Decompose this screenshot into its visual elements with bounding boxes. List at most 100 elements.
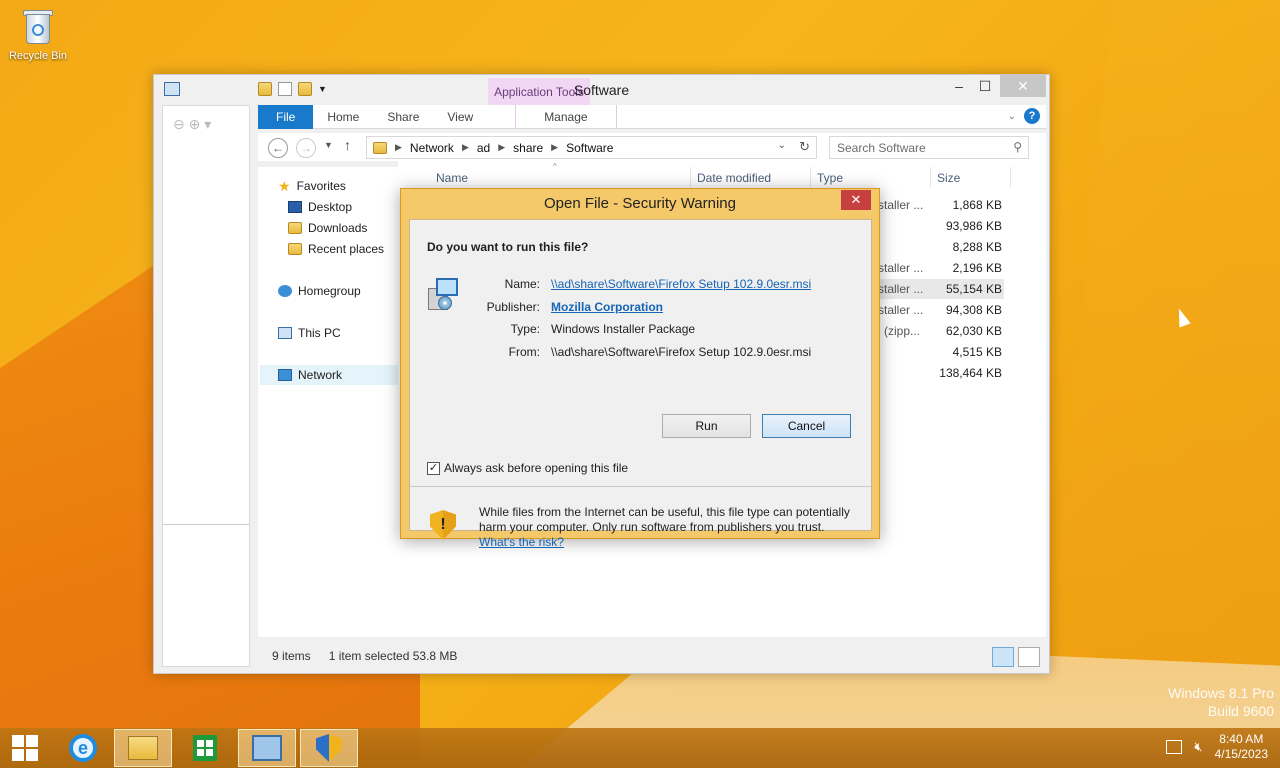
expand-ribbon-icon[interactable]: ⌄ [1008, 111, 1016, 122]
column-header-type[interactable]: Type [817, 171, 843, 185]
cancel-button[interactable]: Cancel [762, 414, 851, 438]
clock[interactable]: 8:40 AM 4/15/2023 [1215, 732, 1268, 762]
watermark-edition: Windows 8.1 Pro [1168, 685, 1274, 701]
search-input[interactable]: Search Software ⚲ [829, 136, 1029, 159]
store-icon [193, 735, 217, 761]
tab-share[interactable]: Share [373, 105, 433, 129]
forward-icon[interactable]: → [296, 138, 316, 158]
network-tray-icon[interactable] [1166, 740, 1183, 754]
label-type: Type: [510, 322, 540, 336]
ribbon-tabs: File Home Share View Manage ⌄ ? [258, 104, 1046, 129]
ghost-nav-icons: ⊖ ⊕ ▾ [173, 116, 212, 132]
clock-date: 4/15/2023 [1214, 747, 1268, 761]
system-tray: 🔇︎ 8:40 AM 4/15/2023 [1166, 732, 1268, 762]
tab-file[interactable]: File [258, 104, 314, 129]
tab-home[interactable]: Home [313, 105, 373, 129]
taskbar: e 🔇︎ 8:40 AM 4/15/2023 [0, 728, 1280, 768]
breadcrumb-separator[interactable]: ▶ [498, 142, 505, 153]
breadcrumb-network[interactable]: Network [410, 141, 454, 155]
status-selection: 1 item selected 53.8 MB [328, 649, 458, 663]
tab-manage[interactable]: Manage [515, 104, 617, 129]
nav-item-this-pc[interactable]: This PC [278, 323, 341, 343]
folder-icon [373, 141, 387, 154]
column-header-size[interactable]: Size [937, 171, 960, 185]
volume-muted-icon[interactable]: 🔇︎ [1194, 739, 1202, 755]
security-warning-dialog: Open File - Security Warning ✕ Do you wa… [400, 188, 880, 549]
file-name-link[interactable]: \\ad\share\Software\Firefox Setup 102.9.… [551, 277, 811, 291]
navigation-pane: ★ Favorites Desktop Downloads Recent plac… [258, 167, 398, 637]
taskbar-security-prompt[interactable] [300, 729, 358, 767]
details-view-button[interactable] [992, 647, 1014, 667]
taskbar-file-explorer[interactable] [114, 729, 172, 767]
label-name: Name: [504, 277, 540, 291]
address-bar[interactable]: ▶ Network ▶ ad ▶ share ▶ Software ⌄ ↻ [366, 136, 817, 159]
back-icon[interactable]: ← [268, 138, 288, 158]
label-from: From: [508, 345, 540, 359]
run-button[interactable]: Run [662, 414, 751, 438]
recent-places-icon [288, 243, 302, 255]
column-header-name[interactable]: Name [436, 171, 468, 185]
nav-item-downloads[interactable]: Downloads [288, 218, 367, 238]
always-ask-checkbox-row[interactable]: ✓ Always ask before opening this file [427, 461, 628, 475]
sort-indicator-icon: ^ [553, 162, 557, 171]
nav-item-favorites[interactable]: ★ Favorites [278, 176, 346, 196]
breadcrumb-separator[interactable]: ▶ [551, 142, 558, 153]
taskbar-store[interactable] [176, 729, 234, 767]
status-item-count: 9 items [272, 649, 311, 663]
whats-the-risk-link[interactable]: What's the risk? [479, 535, 564, 549]
always-ask-label[interactable]: Always ask before opening this file [444, 461, 628, 475]
status-bar: 9 items 1 item selected 53.8 MB [258, 641, 1046, 671]
star-icon: ★ [278, 177, 291, 194]
column-header-date[interactable]: Date modified [697, 171, 771, 185]
dialog-title: Open File - Security Warning [543, 195, 736, 212]
homegroup-icon [278, 285, 292, 297]
taskbar-control-panel[interactable] [238, 729, 296, 767]
help-icon[interactable]: ? [1024, 108, 1040, 124]
window-title: Software [573, 82, 630, 98]
nav-item-desktop[interactable]: Desktop [288, 197, 352, 217]
address-row: ← → ▼ ↑ ▶ Network ▶ ad ▶ share ▶ Softwar… [258, 133, 1046, 161]
maximize-button[interactable]: ☐ [970, 75, 1000, 97]
back-pane: ⊖ ⊕ ▾ [162, 105, 250, 667]
file-type-value: Windows Installer Package [551, 322, 696, 336]
breadcrumb-share[interactable]: share [513, 141, 543, 155]
dialog-body: Do you want to run this file? Name: \\ad… [409, 219, 872, 549]
refresh-icon[interactable]: ↻ [799, 139, 810, 155]
always-ask-checkbox[interactable]: ✓ [427, 461, 440, 475]
clock-time: 8:40 AM [1219, 732, 1264, 746]
nav-item-homegroup[interactable]: Homegroup [278, 281, 361, 301]
uac-shield-icon [316, 734, 342, 762]
breadcrumb-software[interactable]: Software [566, 141, 613, 155]
recycle-bin[interactable]: Recycle Bin [6, 6, 70, 62]
control-panel-icon [252, 735, 282, 761]
warning-message: While files from the Internet can be use… [479, 505, 864, 550]
address-dropdown-icon[interactable]: ⌄ [778, 140, 786, 151]
close-button[interactable]: ✕ [1000, 75, 1046, 97]
downloads-icon [288, 222, 302, 234]
search-placeholder: Search Software [837, 141, 926, 155]
start-button[interactable] [0, 729, 50, 767]
dialog-question: Do you want to run this file? [427, 240, 589, 254]
large-icons-view-button[interactable] [1018, 647, 1040, 667]
tab-view[interactable]: View [433, 105, 487, 129]
network-icon [278, 369, 292, 381]
nav-item-network[interactable]: Network [260, 365, 398, 385]
windows-logo-icon [12, 735, 38, 761]
nav-item-recent-places[interactable]: Recent places [288, 239, 384, 259]
computer-icon [278, 327, 292, 339]
shield-warning-icon: ! [430, 510, 456, 540]
dialog-close-button[interactable]: ✕ [841, 190, 871, 210]
up-arrow-icon[interactable]: ↑ [344, 137, 351, 153]
file-from-value: \\ad\share\Software\Firefox Setup 102.9.… [551, 345, 812, 359]
breadcrumb-separator[interactable]: ▶ [395, 142, 402, 153]
label-publisher: Publisher: [486, 300, 540, 314]
ie-icon: e [69, 734, 97, 762]
recent-locations-icon[interactable]: ▼ [324, 140, 333, 150]
taskbar-internet-explorer[interactable]: e [54, 729, 112, 767]
breadcrumb-ad[interactable]: ad [477, 141, 490, 155]
title-bar: ▼ Application Tools Software – ☐ ✕ [154, 75, 1049, 106]
recycle-bin-label: Recycle Bin [8, 50, 68, 62]
publisher-link[interactable]: Mozilla Corporation [551, 300, 663, 314]
search-icon[interactable]: ⚲ [1013, 140, 1022, 154]
breadcrumb-separator[interactable]: ▶ [462, 142, 469, 153]
